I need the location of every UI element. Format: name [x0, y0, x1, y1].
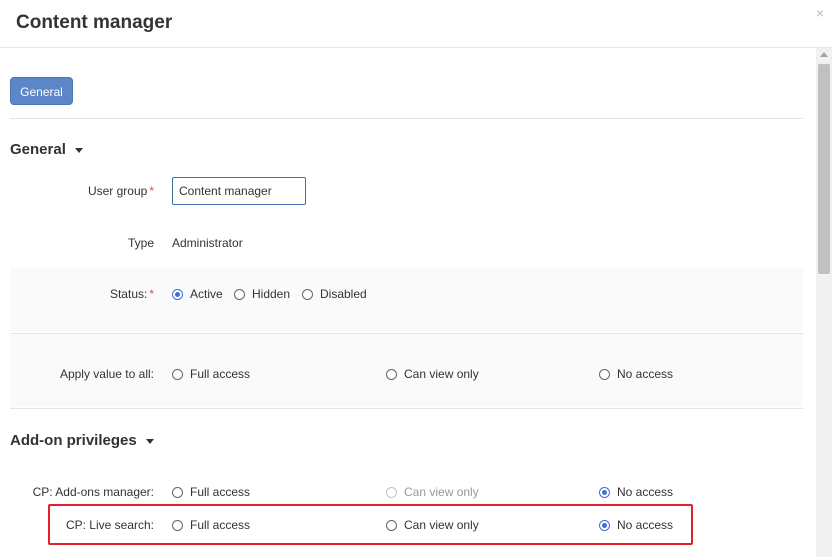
dialog-title: Content manager	[16, 12, 173, 33]
type-label: Type	[127, 236, 154, 250]
dialog-header: Content manager ×	[0, 0, 832, 48]
status-active-radio[interactable]: Active	[172, 287, 223, 301]
close-icon[interactable]: ×	[816, 6, 824, 20]
radio-checked-icon	[172, 288, 183, 300]
radio-checked-icon	[599, 486, 610, 498]
tab-general[interactable]: General	[10, 77, 73, 105]
section-general-title: General	[10, 141, 66, 158]
user-group-input[interactable]	[172, 177, 306, 205]
apply-all-label: Apply value to all:	[59, 367, 154, 381]
status-hidden-radio[interactable]: Hidden	[234, 287, 290, 301]
addons-manager-no-access-radio[interactable]: No access	[599, 485, 673, 499]
scrollbar[interactable]	[816, 48, 832, 557]
section-addon-privileges-title: Add-on privileges	[10, 432, 137, 449]
highlight-box	[48, 504, 693, 545]
radio-icon	[172, 486, 183, 498]
scrollbar-thumb[interactable]	[818, 64, 830, 274]
radio-icon	[386, 486, 397, 498]
radio-icon	[302, 288, 313, 300]
apply-all-no-access-radio[interactable]: No access	[599, 367, 673, 381]
caret-down-icon	[145, 438, 154, 444]
section-general-header[interactable]: General	[10, 141, 83, 158]
scroll-up-arrow-icon[interactable]	[820, 52, 828, 57]
user-group-label: User group *	[87, 184, 154, 198]
required-marker: *	[149, 184, 154, 198]
section-addon-privileges-header[interactable]: Add-on privileges	[10, 432, 154, 449]
apply-all-full-access-radio[interactable]: Full access	[172, 367, 250, 381]
addons-manager-label: CP: Add-ons manager:	[32, 485, 154, 499]
type-value: Administrator	[172, 236, 243, 250]
radio-icon	[386, 368, 397, 380]
radio-icon	[599, 368, 610, 380]
divider	[10, 408, 803, 409]
radio-icon	[234, 288, 245, 300]
caret-down-icon	[74, 147, 83, 153]
divider	[10, 118, 803, 119]
apply-all-view-only-radio[interactable]: Can view only	[386, 367, 479, 381]
status-label: Status: *	[109, 287, 154, 301]
addons-manager-full-access-radio[interactable]: Full access	[172, 485, 250, 499]
required-marker: *	[149, 287, 154, 301]
addons-manager-view-only-radio: Can view only	[386, 485, 479, 499]
status-disabled-radio[interactable]: Disabled	[302, 287, 367, 301]
radio-icon	[172, 368, 183, 380]
